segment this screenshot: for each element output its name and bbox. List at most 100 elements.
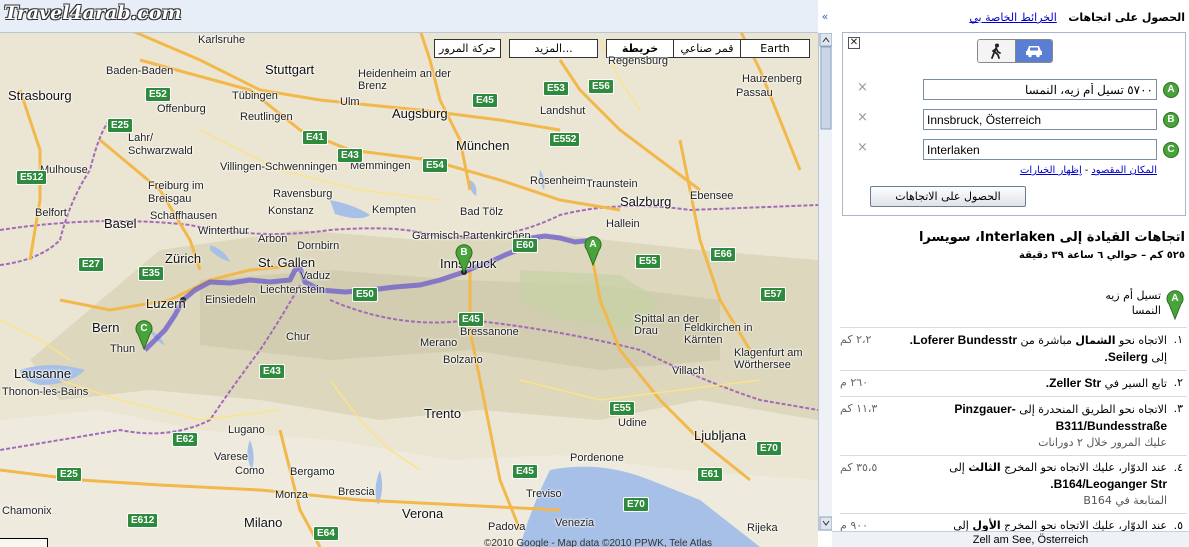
city-label: Merano: [420, 337, 458, 349]
city-label: Thonon-les-Bains: [2, 386, 89, 398]
directions-steps: ١. الاتجاه نحو الشمال مباشرة من Loferer …: [840, 327, 1187, 538]
road-shield: E55: [635, 254, 661, 269]
road-shield: E70: [623, 497, 649, 512]
road-shield: E60: [512, 238, 538, 253]
city-label: Villach: [672, 365, 705, 377]
route-marker-a[interactable]: A: [583, 232, 603, 266]
road-shield: E70: [756, 441, 782, 456]
add-destination-link[interactable]: المكان المقصود: [1091, 165, 1157, 176]
city-label: Lugano: [228, 424, 265, 436]
directions-form: ✕ × ٥٧٠٠ تسيل أم زيه، النمسا A × Innsbru…: [842, 32, 1186, 216]
city-label: Lahr/ Schwarzwald: [128, 132, 193, 157]
direction-step[interactable]: ١. الاتجاه نحو الشمال مباشرة من Loferer …: [840, 327, 1187, 370]
city-label: Udine: [618, 417, 647, 429]
road-shield: E54: [422, 158, 448, 173]
road-shield: E43: [337, 148, 363, 163]
city-label: Luzern: [146, 296, 186, 311]
start-location[interactable]: A تسيل أم زيه النمسا: [1095, 286, 1185, 320]
get-directions-button[interactable]: الحصول على الاتجاهات: [870, 186, 1026, 207]
remove-destination-icon[interactable]: ×: [857, 140, 868, 155]
city-label: Klagenfurt am Wörthersee: [734, 347, 803, 371]
map-type-earth-button[interactable]: Earth: [740, 39, 810, 58]
car-icon: [1025, 46, 1042, 58]
step-distance: ٣٥،٥ كم: [840, 461, 878, 474]
close-icon[interactable]: ✕: [848, 37, 860, 49]
step-number: ٢.: [1173, 376, 1183, 389]
walking-icon: [991, 43, 1002, 59]
directions-summary: ٥٢٥ كم – حوالي ٦ ساعة ٣٩ دقيقة: [1019, 250, 1185, 261]
destination-row-b: × B: [843, 107, 1187, 131]
step-text: مباشرة من: [1017, 334, 1076, 347]
driving-mode-button[interactable]: [1015, 40, 1052, 62]
city-label: Augsburg: [392, 106, 448, 121]
route-marker-c[interactable]: C: [134, 316, 154, 350]
step-text: عند الدوّار، عليك الاتجاه نحو المخرج: [1000, 461, 1167, 474]
city-label: Konstanz: [268, 205, 314, 217]
step-distance: ١١،٣ كم: [840, 402, 878, 415]
marker-b-icon: B: [1163, 112, 1179, 128]
road-shield: E61: [697, 467, 723, 482]
city-label: Bressanone: [460, 326, 519, 338]
map-type-satellite-button[interactable]: قمر صناعي: [673, 39, 741, 58]
road-shield: E41: [302, 130, 328, 145]
show-options-link[interactable]: إظهار الخيارات: [1020, 165, 1082, 176]
road-shield: E45: [472, 93, 498, 108]
step-text: إلى: [949, 461, 969, 474]
city-label: Mulhouse: [40, 164, 88, 176]
step-road: B311/Bundesstraße: [1055, 419, 1167, 433]
city-label: Dornbirn: [297, 240, 340, 252]
road-shield: E25: [107, 118, 133, 133]
step-distance: ٢،٢ كم: [840, 333, 872, 346]
step-number: ٤.: [1173, 461, 1183, 474]
road-shield: E43: [259, 364, 285, 379]
direction-step[interactable]: ٢. تابع السير في Zeller Str. ٢٦٠ م: [840, 370, 1187, 396]
route-marker-b[interactable]: B: [454, 240, 474, 274]
step-road: B164/Leoganger Str.: [1050, 477, 1167, 491]
scrollbar-graphic: [819, 32, 833, 531]
tab-my-maps[interactable]: الخرائط الخاصة بي: [969, 11, 1056, 24]
destination-input-b[interactable]: [923, 109, 1157, 130]
city-label: Traunstein: [586, 178, 638, 190]
city-label: Liechtenstein: [260, 284, 325, 296]
collapse-panel-icon[interactable]: «: [818, 8, 832, 26]
map-view[interactable]: Travel4arab.com حركة المرور المزيد... خر…: [0, 0, 818, 547]
marker-a-icon: A: [1163, 82, 1179, 98]
city-label: Regensburg: [608, 55, 668, 67]
city-label: Ravensburg: [273, 188, 333, 200]
city-label: Zürich: [165, 251, 202, 266]
panel-tabs: الحصول على اتجاهات الخرائط الخاصة بي: [969, 11, 1185, 24]
panel-scrollbar[interactable]: [818, 32, 833, 531]
more-button[interactable]: المزيد...: [509, 39, 598, 58]
step-road: -Pinzgauer: [954, 402, 1016, 416]
road-shield: E64: [313, 526, 339, 541]
remove-destination-icon[interactable]: ×: [857, 110, 868, 125]
tab-get-directions[interactable]: الحصول على اتجاهات: [1068, 11, 1185, 24]
step-road: Loferer Bundesstr.: [909, 333, 1018, 347]
destination-input-c[interactable]: [923, 139, 1157, 160]
city-label: Feldkirchen in Kärnten: [684, 322, 753, 346]
city-label: Landshut: [540, 105, 586, 117]
city-label: Villingen-Schwenningen: [220, 161, 338, 173]
road-shield: E62: [172, 432, 198, 447]
road-shield: E66: [710, 247, 736, 262]
city-label: Kempten: [372, 204, 417, 216]
step-distance: ٢٦٠ م: [840, 376, 869, 389]
step-emphasis: الشمال: [1075, 334, 1116, 347]
destination-input-a[interactable]: [923, 79, 1157, 100]
city-label: Baden-Baden: [106, 65, 174, 77]
walking-mode-button[interactable]: [978, 40, 1016, 62]
scale-bar: [0, 538, 48, 547]
traffic-button[interactable]: حركة المرور: [434, 39, 501, 58]
city-label: Hallein: [606, 218, 640, 230]
city-label: Hauzenberg: [742, 73, 802, 85]
city-label: Salzburg: [620, 194, 672, 209]
step-emphasis: الثالث: [968, 461, 1001, 474]
city-label: Bern: [92, 320, 120, 335]
remove-destination-icon[interactable]: ×: [857, 80, 868, 95]
city-label: Lausanne: [14, 366, 72, 381]
city-label: Reutlingen: [240, 111, 293, 123]
city-label: Chur: [286, 331, 310, 343]
direction-step[interactable]: ٤. عند الدوّار، عليك الاتجاه نحو المخرج …: [840, 455, 1187, 513]
road-shield: E45: [512, 464, 538, 479]
direction-step[interactable]: ٣. الاتجاه نحو الطريق المنحدرة إلى -Pinz…: [840, 396, 1187, 455]
